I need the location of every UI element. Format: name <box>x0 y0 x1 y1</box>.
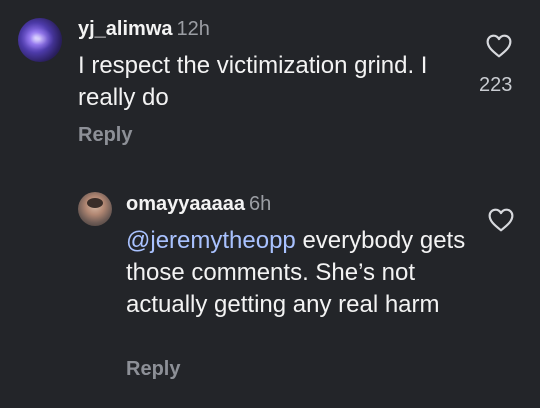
mention-link[interactable]: @jeremytheopp <box>126 227 296 254</box>
comment-header: yj_alimwa 12h <box>78 18 210 41</box>
avatar[interactable] <box>78 192 112 226</box>
heart-outline-icon[interactable] <box>488 208 514 232</box>
username[interactable]: omayyaaaaa <box>126 193 245 215</box>
comment-header: omayyaaaaa 6h <box>126 193 271 216</box>
avatar[interactable] <box>18 18 62 62</box>
username[interactable]: yj_alimwa <box>78 18 173 40</box>
reply-button[interactable]: Reply <box>126 358 180 381</box>
timestamp: 12h <box>176 18 210 40</box>
comment-text: I respect the victimization grind. I rea… <box>78 52 428 111</box>
heart-outline-icon[interactable] <box>486 34 512 58</box>
timestamp: 6h <box>248 193 272 215</box>
comment-text: @jeremytheopp everybody gets those comme… <box>126 225 466 321</box>
reply-button[interactable]: Reply <box>78 124 132 147</box>
like-count: 223 <box>479 74 513 96</box>
